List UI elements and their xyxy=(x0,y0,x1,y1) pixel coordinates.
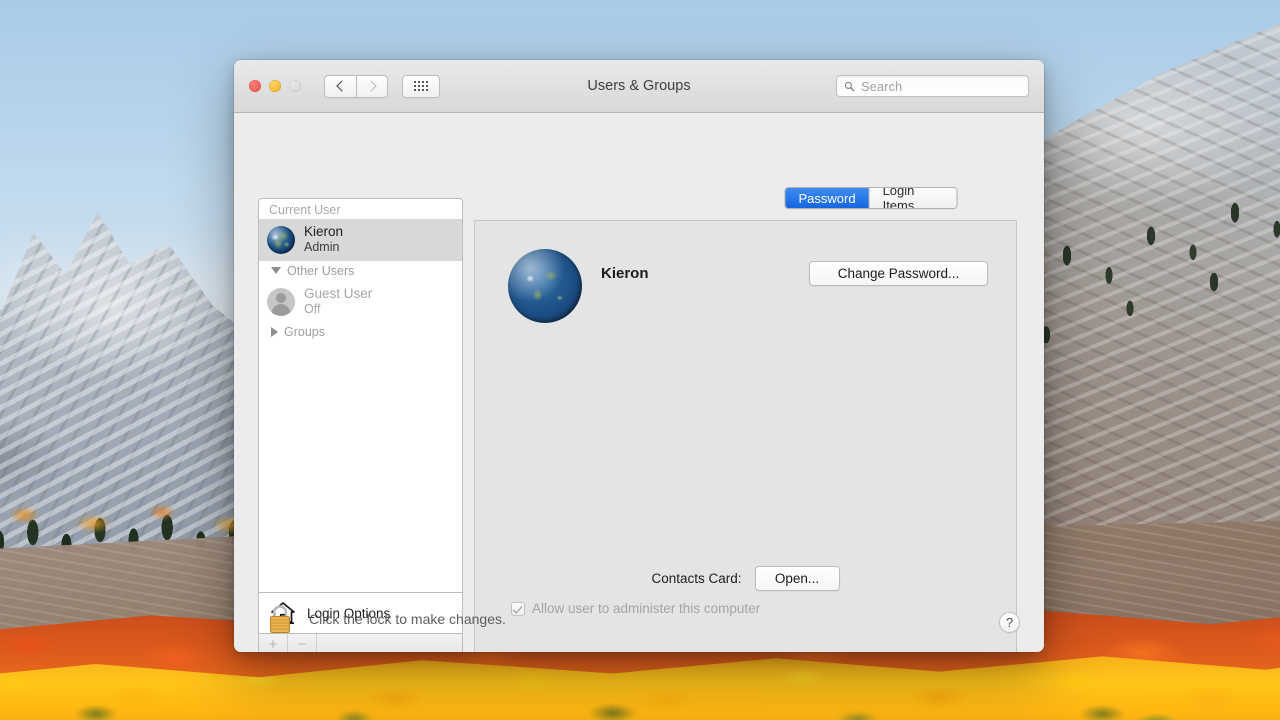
forward-button xyxy=(356,75,388,98)
search-icon xyxy=(844,81,855,92)
person-placeholder-avatar-icon xyxy=(267,288,295,316)
sidebar-user-role: Admin xyxy=(304,240,343,255)
sidebar-item-guest-user[interactable]: Guest User Off xyxy=(259,281,462,323)
remove-user-button: − xyxy=(288,634,317,652)
close-button[interactable] xyxy=(249,80,261,92)
grid-icon xyxy=(414,81,428,91)
window-body: Password Login Items Current User Kieron… xyxy=(234,113,1044,652)
earth-avatar-icon xyxy=(267,226,295,254)
other-users-header: Other Users xyxy=(287,264,354,278)
other-users-disclosure[interactable]: Other Users xyxy=(259,261,462,281)
allow-admin-checkbox xyxy=(511,602,525,616)
help-button[interactable]: ? xyxy=(999,612,1020,633)
sidebar-user-name: Kieron xyxy=(304,224,343,240)
add-user-button: + xyxy=(259,634,288,652)
desktop-wallpaper: Users & Groups Search Password Login Ite… xyxy=(0,0,1280,720)
window-titlebar[interactable]: Users & Groups Search xyxy=(234,60,1044,113)
tab-login-items[interactable]: Login Items xyxy=(869,188,957,208)
chevron-left-icon xyxy=(336,80,347,91)
wallpaper-shrubs xyxy=(0,690,1280,720)
add-remove-bar: + − xyxy=(258,634,463,652)
current-user-header: Current User xyxy=(259,199,462,219)
tab-password[interactable]: Password xyxy=(786,188,869,208)
groups-disclosure[interactable]: Groups xyxy=(259,322,462,342)
tab-bar: Password Login Items xyxy=(785,187,958,209)
change-password-button[interactable]: Change Password... xyxy=(809,261,988,286)
navigation-buttons xyxy=(324,75,388,98)
search-field[interactable]: Search xyxy=(836,75,1029,97)
admin-checkbox-row: Allow user to administer this computer xyxy=(511,601,760,616)
contacts-card-label: Contacts Card: xyxy=(651,571,741,586)
contacts-card-row: Contacts Card: Open... xyxy=(475,566,1016,591)
chevron-right-icon xyxy=(365,80,376,91)
sidebar-item-labels: Kieron Admin xyxy=(304,224,343,256)
zoom-button xyxy=(289,80,301,92)
system-preferences-window: Users & Groups Search Password Login Ite… xyxy=(234,60,1044,652)
triangle-right-icon xyxy=(271,327,278,337)
account-detail-pane: Kieron Change Password... Contacts Card:… xyxy=(474,220,1017,652)
triangle-down-icon xyxy=(271,267,281,274)
allow-admin-label: Allow user to administer this computer xyxy=(532,601,760,616)
sidebar-item-kieron[interactable]: Kieron Admin xyxy=(259,219,462,261)
sidebar-user-name: Guest User xyxy=(304,286,372,302)
account-name: Kieron xyxy=(601,265,649,282)
account-earth-avatar-icon[interactable] xyxy=(508,249,582,323)
sidebar-user-status: Off xyxy=(304,302,372,317)
sidebar-item-labels: Guest User Off xyxy=(304,286,372,318)
lock-message: Click the lock to make changes. xyxy=(309,611,506,627)
search-placeholder: Search xyxy=(861,79,902,94)
minimize-button[interactable] xyxy=(269,80,281,92)
lock-closed-icon[interactable] xyxy=(266,603,294,635)
users-list: Current User Kieron Admin Other Users Gu xyxy=(258,198,463,593)
checkmark-icon xyxy=(513,603,523,613)
open-contacts-card-button[interactable]: Open... xyxy=(755,566,840,591)
back-button[interactable] xyxy=(324,75,356,98)
lock-row[interactable]: Click the lock to make changes. xyxy=(266,603,506,635)
groups-header: Groups xyxy=(284,325,325,339)
show-all-button[interactable] xyxy=(402,75,440,98)
traffic-lights xyxy=(249,80,301,92)
